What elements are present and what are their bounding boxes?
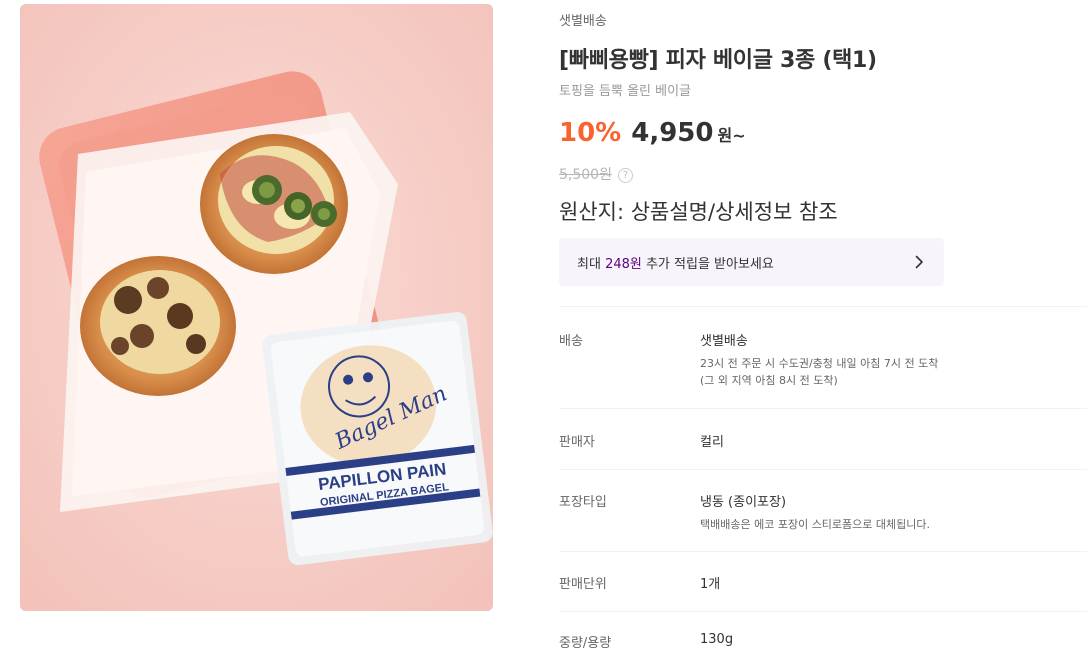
- detail-value: 130g: [700, 632, 734, 647]
- delivery-tag: 샛별배송: [559, 14, 607, 29]
- product-details: 배송 샛별배송 23시 전 주문 시 수도권/충청 내일 아침 7시 전 도착 …: [559, 306, 1087, 671]
- detail-row-unit: 판매단위 1개: [559, 551, 1087, 611]
- points-prefix: 최대: [577, 256, 606, 272]
- discount-rate: 10%: [559, 118, 622, 148]
- detail-row-packaging: 포장타입 냉동 (종이포장) 택배배송은 에코 포장이 스티로폼으로 대체됩니다…: [559, 469, 1087, 551]
- points-amount: 248원: [605, 256, 642, 272]
- original-price: 5,500원: [559, 167, 612, 183]
- original-price-row: 5,500원 ?: [559, 164, 633, 184]
- price-row: 10% 4,950 원~: [559, 118, 746, 148]
- detail-label: 중량/용량: [559, 636, 612, 651]
- sale-price: 4,950: [631, 118, 714, 148]
- detail-value: 1개: [700, 577, 721, 592]
- detail-row-weight: 중량/용량 130g: [559, 611, 1087, 671]
- detail-sub: 23시 전 주문 시 수도권/충청 내일 아침 7시 전 도착: [700, 357, 939, 370]
- detail-row-seller: 판매자 컬리: [559, 408, 1087, 469]
- points-text: 최대 248원 추가 적립을 받아보세요: [577, 253, 774, 272]
- points-banner[interactable]: 최대 248원 추가 적립을 받아보세요: [559, 238, 944, 286]
- help-icon[interactable]: ?: [617, 167, 633, 183]
- detail-label: 포장타입: [559, 495, 607, 510]
- product-info: 샛별배송 [빠삐용빵] 피자 베이글 3종 (택1) 토핑을 듬뿍 올린 베이글…: [559, 0, 1087, 652]
- detail-value: 냉동 (종이포장): [700, 495, 787, 510]
- detail-sub: (그 외 지역 아침 8시 전 도착): [700, 374, 838, 387]
- price-unit: 원~: [717, 126, 746, 145]
- detail-row-delivery: 배송 샛별배송 23시 전 주문 시 수도권/충청 내일 아침 7시 전 도착 …: [559, 306, 1087, 408]
- detail-value: 컬리: [700, 435, 724, 450]
- detail-value: 샛별배송: [700, 334, 748, 349]
- product-title: [빠삐용빵] 피자 베이글 3종 (택1): [559, 48, 877, 73]
- detail-label: 판매자: [559, 435, 595, 450]
- points-suffix: 추가 적립을 받아보세요: [641, 256, 774, 272]
- product-subtitle: 토핑을 듬뿍 올린 베이글: [559, 84, 691, 99]
- detail-label: 배송: [559, 334, 583, 349]
- detail-label: 판매단위: [559, 577, 607, 592]
- product-image: PAPILLON PAIN ORIGINAL PIZZA BAGEL Bagel…: [20, 4, 493, 611]
- detail-sub: 택배배송은 에코 포장이 스티로폼으로 대체됩니다.: [700, 518, 931, 531]
- origin-info: 원산지: 상품설명/상세정보 참조: [559, 200, 838, 224]
- chevron-right-icon: [915, 255, 923, 269]
